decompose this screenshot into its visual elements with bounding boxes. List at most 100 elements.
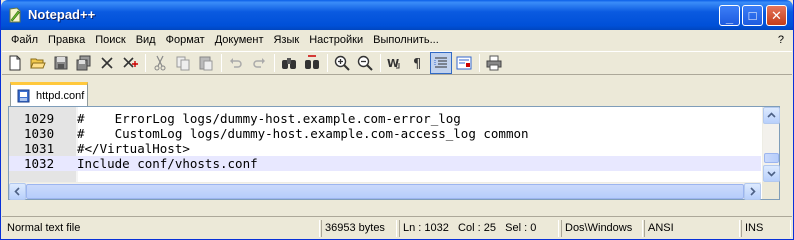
line-text[interactable]: # CustomLog logs/dummy-host.example.com-… xyxy=(77,126,529,141)
show-all-chars-button[interactable]: ¶ xyxy=(407,52,429,74)
copy-icon xyxy=(176,56,190,71)
word-wrap-icon: W xyxy=(387,57,400,70)
horizontal-scrollbar[interactable] xyxy=(9,182,761,200)
close-all-button[interactable] xyxy=(119,52,141,74)
scroll-right-button[interactable] xyxy=(744,183,761,200)
app-window: Notepad++ _ □ ✕ Файл Правка Поиск Вид Фо… xyxy=(0,0,794,240)
undo-button[interactable] xyxy=(225,52,247,74)
scroll-down-button[interactable] xyxy=(763,165,780,182)
minimize-button[interactable]: _ xyxy=(719,5,740,26)
line-text[interactable]: # ErrorLog logs/dummy-host.example.com-e… xyxy=(77,111,461,126)
chevron-left-icon xyxy=(14,187,20,196)
menu-language[interactable]: Язык xyxy=(268,31,304,49)
current-code-line[interactable]: 1032 Include conf/vhosts.conf xyxy=(9,156,761,171)
code-line[interactable]: 1030 # CustomLog logs/dummy-host.example… xyxy=(9,126,761,141)
open-folder-icon xyxy=(30,58,46,69)
notepad-plus-plus-icon xyxy=(9,7,21,23)
cut-icon xyxy=(154,55,166,71)
menu-format[interactable]: Формат xyxy=(161,31,210,49)
close-all-icon xyxy=(123,57,138,68)
line-number: 1032 xyxy=(24,156,55,171)
zoom-in-button[interactable] xyxy=(331,52,353,74)
toolbar: W ¶ xyxy=(2,51,792,75)
replace-icon xyxy=(305,55,319,69)
maximize-button[interactable]: □ xyxy=(742,5,763,26)
line-text[interactable]: #</VirtualHost> xyxy=(77,141,190,156)
chevron-up-icon xyxy=(767,112,776,118)
menu-run[interactable]: Выполнить... xyxy=(368,31,444,49)
paste-icon xyxy=(199,56,213,71)
toolbar-separator xyxy=(274,54,275,72)
maximize-icon: □ xyxy=(748,8,757,23)
chevron-down-icon xyxy=(767,171,776,177)
close-icon xyxy=(101,57,113,69)
print-button[interactable] xyxy=(483,52,505,74)
paste-button[interactable] xyxy=(195,52,217,74)
redo-button[interactable] xyxy=(248,52,270,74)
undo-icon xyxy=(230,58,242,68)
replace-button[interactable] xyxy=(301,52,323,74)
new-file-icon xyxy=(9,55,21,71)
save-button[interactable] xyxy=(50,52,72,74)
status-insert-mode: INS xyxy=(741,220,791,237)
new-file-button[interactable] xyxy=(4,52,26,74)
status-file-size: 36953 bytes xyxy=(321,220,397,237)
title-bar[interactable]: Notepad++ _ □ ✕ xyxy=(1,0,793,30)
scroll-up-button[interactable] xyxy=(763,107,780,124)
toolbar-separator xyxy=(221,54,222,72)
horizontal-scroll-thumb[interactable] xyxy=(26,184,744,199)
cut-button[interactable] xyxy=(149,52,171,74)
toolbar-separator xyxy=(327,54,328,72)
status-cursor-position: Ln : 1032 Col : 25 Sel : 0 xyxy=(399,220,559,237)
scroll-corner xyxy=(762,182,779,199)
status-encoding: ANSI xyxy=(644,220,740,237)
close-file-button[interactable] xyxy=(96,52,118,74)
indent-guide-icon xyxy=(434,57,447,68)
find-icon xyxy=(282,58,296,69)
toolbar-separator xyxy=(145,54,146,72)
tab-label: httpd.conf xyxy=(36,89,85,102)
menu-bar: Файл Правка Поиск Вид Формат Документ Яз… xyxy=(2,30,792,50)
minimize-icon: _ xyxy=(725,10,734,25)
copy-button[interactable] xyxy=(172,52,194,74)
text-editor[interactable]: 1029 # ErrorLog logs/dummy-host.example.… xyxy=(8,106,780,200)
editor-lines: 1029 # ErrorLog logs/dummy-host.example.… xyxy=(9,111,761,171)
toolbar-separator xyxy=(479,54,480,72)
word-wrap-button[interactable]: W xyxy=(384,52,406,74)
tab-bar: httpd.conf xyxy=(2,76,792,106)
zoom-out-button[interactable] xyxy=(354,52,376,74)
line-text[interactable]: Include conf/vhosts.conf xyxy=(77,156,258,171)
menu-settings[interactable]: Настройки xyxy=(304,31,368,49)
chevron-right-icon xyxy=(750,187,756,196)
menu-file[interactable]: Файл xyxy=(6,31,43,49)
scroll-left-button[interactable] xyxy=(9,183,26,200)
code-line[interactable]: 1031 #</VirtualHost> xyxy=(9,141,761,156)
vertical-scrollbar[interactable] xyxy=(762,107,780,182)
menu-help[interactable]: ? xyxy=(778,31,784,49)
menu-edit[interactable]: Правка xyxy=(43,31,90,49)
menu-view[interactable]: Вид xyxy=(131,31,161,49)
document-icon xyxy=(17,89,30,102)
status-bar: Normal text file 36953 bytes Ln : 1032 C… xyxy=(2,216,792,238)
status-file-type: Normal text file xyxy=(4,220,320,237)
print-icon xyxy=(486,55,502,71)
indent-guide-button[interactable] xyxy=(430,52,452,74)
line-number: 1030 xyxy=(24,126,55,141)
tab-httpd-conf[interactable]: httpd.conf xyxy=(10,82,88,106)
save-all-button[interactable] xyxy=(73,52,95,74)
status-eol-format: Dos\Windows xyxy=(561,220,643,237)
menu-search[interactable]: Поиск xyxy=(90,31,130,49)
macro-record-button[interactable] xyxy=(453,52,475,74)
find-button[interactable] xyxy=(278,52,300,74)
macro-record-icon xyxy=(456,56,472,70)
zoom-in-icon xyxy=(334,55,350,71)
redo-icon xyxy=(253,58,265,68)
code-line[interactable]: 1029 # ErrorLog logs/dummy-host.example.… xyxy=(9,111,761,126)
zoom-out-icon xyxy=(357,55,373,71)
close-button[interactable]: ✕ xyxy=(766,5,787,26)
vertical-scroll-thumb[interactable] xyxy=(764,153,779,163)
svg-text:¶: ¶ xyxy=(413,57,421,71)
open-file-button[interactable] xyxy=(27,52,49,74)
menu-document[interactable]: Документ xyxy=(210,31,269,49)
save-icon xyxy=(54,56,68,70)
